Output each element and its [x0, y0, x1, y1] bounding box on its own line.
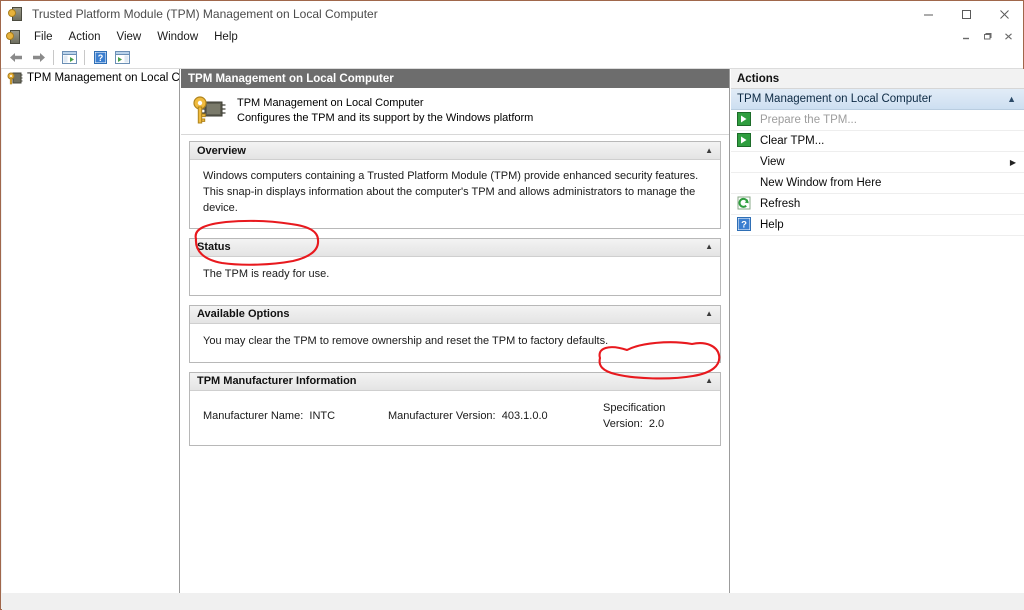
green-arrow-icon: [737, 133, 753, 149]
show-hide-action-pane-icon[interactable]: [111, 47, 133, 67]
actions-pane-header: Actions: [731, 69, 1024, 89]
panel-available-options-header[interactable]: Available Options ▲: [190, 305, 720, 324]
minimize-button[interactable]: [909, 1, 947, 27]
actions-pane: Actions TPM Management on Local Computer…: [731, 69, 1024, 609]
forward-icon[interactable]: [27, 47, 49, 67]
panel-tpm-manufacturer-information: TPM Manufacturer Information ▲ Manufactu…: [189, 371, 721, 446]
manufacturer-name-value: INTC: [309, 409, 336, 422]
menu-bar: File Action View Window Help: [1, 27, 1023, 46]
show-hide-console-tree-icon[interactable]: [58, 47, 80, 67]
specification-version-value: 2.0: [648, 417, 665, 430]
refresh-icon: [737, 196, 753, 212]
action-clear-tpm[interactable]: Clear TPM...: [731, 131, 1024, 152]
svg-text:?: ?: [97, 53, 103, 63]
mdi-restore-button[interactable]: [977, 28, 998, 46]
panel-overview-header[interactable]: Overview ▲: [190, 142, 720, 160]
action-help[interactable]: ? Help: [731, 215, 1024, 236]
manufacturer-version-value: 403.1.0.0: [501, 409, 548, 422]
panel-manufacturer-header[interactable]: TPM Manufacturer Information ▲: [190, 372, 720, 391]
menu-item-window[interactable]: Window: [149, 29, 206, 45]
body-area: TPM Management on Local Comp ◀ ▶ TPM Man…: [2, 69, 1024, 609]
manufacturer-version-field: Manufacturer Version: 403.1.0.0: [388, 409, 603, 425]
tpm-key-icon: [7, 70, 23, 86]
collapse-chevron-icon[interactable]: ▲: [705, 146, 713, 155]
application-window: Trusted Platform Module (TPM) Management…: [0, 0, 1024, 610]
manufacturer-version-label: Manufacturer Version:: [388, 409, 496, 422]
manufacturer-name-field: Manufacturer Name: INTC: [203, 409, 388, 425]
panel-status-header[interactable]: Status ▲: [190, 238, 720, 257]
panel-status-title: Status: [197, 241, 231, 254]
banner-title: TPM Management on Local Computer: [237, 97, 424, 110]
banner-text: TPM Management on Local Computer Configu…: [237, 96, 533, 126]
menu-item-view[interactable]: View: [109, 29, 150, 45]
tree-item-label: TPM Management on Local Comp: [27, 72, 179, 84]
manufacturer-name-label: Manufacturer Name:: [203, 409, 304, 422]
panel-available-options-body: You may clear the TPM to remove ownershi…: [203, 334, 609, 347]
mdi-close-button[interactable]: [998, 28, 1019, 46]
panel-available-options-title: Available Options: [197, 308, 290, 321]
window-title: Trusted Platform Module (TPM) Management…: [32, 7, 378, 21]
toolbar-separator-2: [84, 49, 85, 65]
center-banner: TPM Management on Local Computer Configu…: [181, 88, 729, 135]
action-refresh[interactable]: Refresh: [731, 194, 1024, 215]
close-button[interactable]: [985, 1, 1023, 27]
action-label: New Window from Here: [760, 177, 882, 189]
help-icon[interactable]: ?: [89, 47, 111, 67]
toolbar: ?: [1, 46, 1023, 69]
toolbar-separator: [53, 49, 54, 65]
panel-status-body: The TPM is ready for use.: [203, 267, 330, 280]
action-label: Prepare the TPM...: [760, 114, 857, 126]
manufacturer-info-row: Manufacturer Name: INTC Manufacturer Ver…: [203, 401, 707, 433]
menu-item-help[interactable]: Help: [206, 29, 246, 45]
specification-version-field: Specification Version: 2.0: [603, 401, 707, 433]
panel-status: Status ▲ The TPM is ready for use.: [189, 237, 721, 296]
collapse-chevron-icon[interactable]: ▲: [705, 377, 713, 385]
collapse-chevron-icon[interactable]: ▲: [1007, 94, 1016, 104]
action-new-window-from-here[interactable]: New Window from Here: [731, 173, 1024, 194]
tpm-chip-key-icon: [8, 6, 24, 22]
panel-overview-body: Windows computers containing a Trusted P…: [203, 170, 699, 214]
mdi-window-controls: [956, 28, 1023, 46]
menu-item-file[interactable]: File: [26, 29, 61, 45]
actions-group-title: TPM Management on Local Computer: [737, 93, 932, 105]
action-label: Help: [760, 219, 784, 231]
center-pane-header: TPM Management on Local Computer: [181, 69, 729, 88]
help-icon: ?: [737, 217, 753, 233]
mdi-minimize-button[interactable]: [956, 28, 977, 46]
center-results-pane: TPM Management on Local Computer TPM Man…: [181, 69, 730, 609]
panel-available-options: Available Options ▲ You may clear the TP…: [189, 304, 721, 363]
console-tree-pane: TPM Management on Local Comp: [2, 69, 180, 593]
panel-manufacturer-body: Manufacturer Name: INTC Manufacturer Ver…: [190, 391, 720, 445]
panel-manufacturer-title: TPM Manufacturer Information: [197, 375, 357, 388]
tree-item-tpm-management[interactable]: TPM Management on Local Comp: [2, 69, 179, 87]
submenu-arrow-icon: ▶: [1009, 157, 1016, 167]
back-icon[interactable]: [5, 47, 27, 67]
window-controls: [909, 1, 1023, 27]
collapse-chevron-icon[interactable]: ▲: [705, 310, 713, 318]
status-bar: [2, 593, 1024, 610]
actions-group-header[interactable]: TPM Management on Local Computer ▲: [731, 89, 1024, 110]
action-label: Clear TPM...: [760, 135, 825, 147]
tpm-key-chip-icon: [191, 94, 227, 128]
banner-subtitle: Configures the TPM and its support by th…: [237, 112, 534, 124]
title-bar: Trusted Platform Module (TPM) Management…: [1, 1, 1023, 27]
panel-overview-title: Overview: [197, 144, 246, 157]
action-label: View: [760, 156, 785, 168]
action-view[interactable]: View ▶: [731, 152, 1024, 173]
green-arrow-icon: [737, 112, 753, 128]
menu-item-action[interactable]: Action: [61, 29, 109, 45]
panels-container: Overview ▲ Windows computers containing …: [181, 135, 729, 446]
action-prepare-the-tpm[interactable]: Prepare the TPM...: [731, 110, 1024, 131]
svg-text:?: ?: [741, 220, 747, 231]
collapse-chevron-icon[interactable]: ▲: [705, 243, 713, 251]
action-label: Refresh: [760, 198, 801, 210]
console-icon: [6, 29, 22, 45]
panel-overview: Overview ▲ Windows computers containing …: [189, 141, 721, 229]
maximize-button[interactable]: [947, 1, 985, 27]
